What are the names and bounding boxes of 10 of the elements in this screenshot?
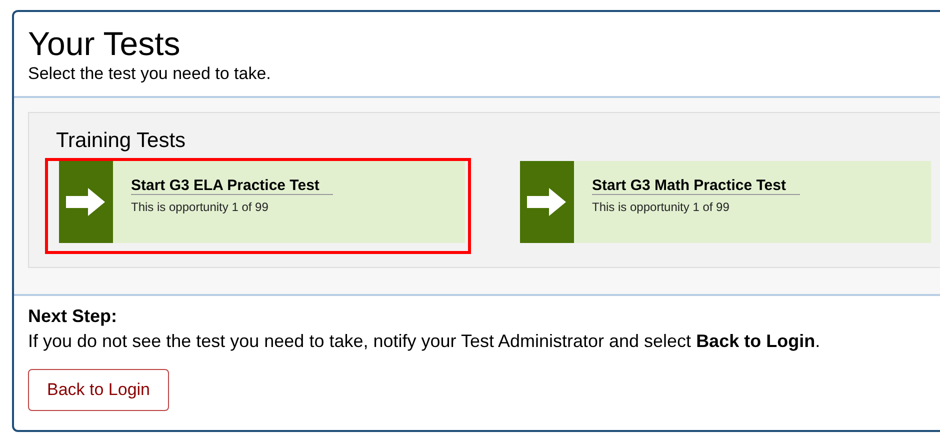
next-step-text: If you do not see the test you need to take, notify your Test Administrator and select Back to Login. <box>28 331 822 352</box>
page-subtitle: Select the test you need to take. <box>28 64 272 84</box>
next-step-heading: Next Step: <box>28 306 118 327</box>
section-title: Training Tests <box>56 129 187 153</box>
test-card[interactable]: Start G3 Math Practice Test This is opportunity 1 of 99 <box>520 161 931 243</box>
arrow-right-icon <box>527 187 567 217</box>
back-to-login-button[interactable]: Back to Login <box>28 369 170 411</box>
arrow-right-icon <box>66 187 106 217</box>
page-title: Your Tests <box>28 26 182 62</box>
test-card[interactable]: Start G3 ELA Practice Test This is opportunity 1 of 99 <box>59 161 465 243</box>
